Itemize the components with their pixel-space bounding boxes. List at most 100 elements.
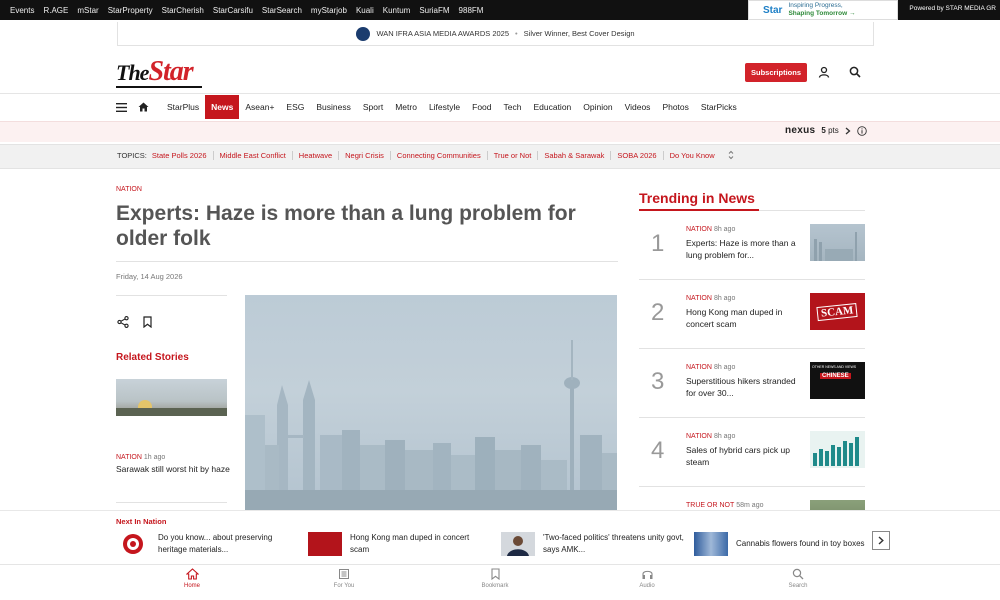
user-icon[interactable] xyxy=(818,66,830,78)
search-icon[interactable] xyxy=(849,66,861,78)
trending-time: 8h ago xyxy=(713,226,736,233)
next-item[interactable]: Hong Kong man duped in concert scam xyxy=(308,531,490,557)
nav-item-starpicks[interactable]: StarPicks xyxy=(695,95,743,119)
bookmark-icon[interactable] xyxy=(142,316,153,328)
trending-headline[interactable]: Hong Kong man duped in concert scam xyxy=(686,306,798,330)
expand-topics-icon[interactable] xyxy=(727,150,735,160)
network-link-starcherish[interactable]: StarCherish xyxy=(162,6,204,15)
trending-thumbnail-haze[interactable] xyxy=(810,224,865,261)
nav-item-photos[interactable]: Photos xyxy=(656,95,694,119)
next-item[interactable]: Do you know... about preserving heritage… xyxy=(116,531,293,557)
headline-divider xyxy=(116,261,618,262)
chevron-right-icon xyxy=(878,536,884,545)
related-story-category[interactable]: NATION xyxy=(116,454,142,461)
trending-item[interactable]: 1 NATION 8h ago Experts: Haze is more tha… xyxy=(639,212,865,280)
nav-item-asean[interactable]: Asean+ xyxy=(239,95,280,119)
trending-thumbnail-news[interactable]: OTHER NEWS AND VIEWS CHINESE xyxy=(810,362,865,399)
network-links: Events R.AGE mStar StarProperty StarCher… xyxy=(0,6,483,15)
tab-bookmark[interactable]: Bookmark xyxy=(465,568,525,589)
bookmark-icon xyxy=(490,568,500,580)
network-link-988fm[interactable]: 988FM xyxy=(459,6,484,15)
next-in-nation-title: Next In Nation xyxy=(116,517,167,526)
trending-time: 8h ago xyxy=(713,364,736,371)
network-link-mystarjob[interactable]: myStarjob xyxy=(311,6,347,15)
trending-category[interactable]: NATION xyxy=(686,226,712,233)
network-link-rage[interactable]: R.AGE xyxy=(43,6,68,15)
tab-home[interactable]: Home xyxy=(162,568,222,589)
trending-category[interactable]: NATION xyxy=(686,364,712,371)
topic-heatwave[interactable]: Heatwave xyxy=(291,150,338,160)
next-item-title: Do you know... about preserving heritage… xyxy=(158,533,273,554)
topic-do-you-know[interactable]: Do You Know xyxy=(662,150,721,160)
share-icon[interactable] xyxy=(117,316,129,328)
trending-headline[interactable]: Sales of hybrid cars pick up steam xyxy=(686,444,798,468)
trending-category[interactable]: NATION xyxy=(686,295,712,302)
award-globe-icon xyxy=(356,26,371,41)
trending-headline[interactable]: Experts: Haze is more than a lung proble… xyxy=(686,237,798,261)
related-story-meta: NATION 1h ago xyxy=(116,454,165,461)
date-divider xyxy=(116,295,227,296)
nav-item-news[interactable]: News xyxy=(205,95,240,119)
anniversary-promo[interactable]: Star Inspiring Progress, Shaping Tomorro… xyxy=(748,0,898,20)
nav-item-starplus[interactable]: StarPlus xyxy=(161,95,205,119)
related-story-title[interactable]: Sarawak still worst hit by haze xyxy=(116,464,231,475)
tab-audio[interactable]: Audio xyxy=(617,568,677,589)
nav-item-opinion[interactable]: Opinion xyxy=(577,95,618,119)
trending-item[interactable]: 2 NATION 8h ago Hong Kong man duped in co… xyxy=(639,281,865,349)
trending-thumbnail-scam[interactable]: SCAM xyxy=(810,293,865,330)
the-star-logo[interactable]: TheStar xyxy=(116,56,194,88)
award-banner[interactable]: WAN IFRA ASIA MEDIA AWARDS 2025 • Silver… xyxy=(117,22,874,46)
next-item[interactable]: Cannabis flowers found in toy boxes xyxy=(694,531,876,557)
nav-item-videos[interactable]: Videos xyxy=(619,95,657,119)
tab-for-you[interactable]: For You xyxy=(314,568,374,589)
article-category[interactable]: NATION xyxy=(116,186,142,193)
nav-item-food[interactable]: Food xyxy=(466,95,497,119)
nav-item-sport[interactable]: Sport xyxy=(357,95,389,119)
network-link-starsearch[interactable]: StarSearch xyxy=(262,6,302,15)
trending-title: Trending in News xyxy=(639,190,755,206)
info-icon[interactable] xyxy=(857,125,867,136)
nav-item-business[interactable]: Business xyxy=(310,95,357,119)
network-link-kuali[interactable]: Kuali xyxy=(356,6,374,15)
network-link-events[interactable]: Events xyxy=(10,6,34,15)
nav-divider xyxy=(0,93,1000,94)
nexus-points[interactable]: nexus 5 pts xyxy=(785,125,867,136)
trending-meta: TRUE OR NOT 58m ago xyxy=(686,502,763,509)
trending-item[interactable]: 3 NATION 8h ago Superstitious hikers stra… xyxy=(639,350,865,418)
network-link-starcarsifu[interactable]: StarCarsifu xyxy=(213,6,253,15)
newspaper-icon xyxy=(339,569,349,579)
topic-true-or-not[interactable]: True or Not xyxy=(486,150,538,160)
home-icon[interactable] xyxy=(138,102,149,112)
trending-item[interactable]: 4 NATION 8h ago Sales of hybrid cars pick… xyxy=(639,419,865,487)
network-link-kuntum[interactable]: Kuntum xyxy=(383,6,411,15)
hamburger-menu-icon[interactable] xyxy=(116,102,127,112)
nav-item-esg[interactable]: ESG xyxy=(280,95,310,119)
network-link-mstar[interactable]: mStar xyxy=(77,6,98,15)
trending-category[interactable]: TRUE OR NOT xyxy=(686,502,734,509)
nav-item-metro[interactable]: Metro xyxy=(389,95,423,119)
trending-thumbnail-chart[interactable] xyxy=(810,431,865,468)
nav-item-tech[interactable]: Tech xyxy=(498,95,528,119)
topic-negri-crisis[interactable]: Negri Crisis xyxy=(338,150,390,160)
topic-sabah-sarawak[interactable]: Sabah & Sarawak xyxy=(537,150,610,160)
tab-search[interactable]: Search xyxy=(768,568,828,589)
trending-time: 58m ago xyxy=(736,502,764,509)
next-carousel-arrow-button[interactable] xyxy=(872,531,890,550)
tab-bookmark-label: Bookmark xyxy=(481,583,509,589)
nav-item-lifestyle[interactable]: Lifestyle xyxy=(423,95,466,119)
topic-soba[interactable]: SOBA 2026 xyxy=(610,150,662,160)
next-item[interactable]: 'Two-faced politics' threatens unity gov… xyxy=(501,531,688,557)
topic-state-polls[interactable]: State Polls 2026 xyxy=(152,151,213,160)
trending-headline[interactable]: Superstitious hikers stranded for over 3… xyxy=(686,375,798,399)
trending-category[interactable]: NATION xyxy=(686,433,712,440)
related-story-image[interactable] xyxy=(116,379,227,416)
topic-middle-east[interactable]: Middle East Conflict xyxy=(212,150,292,160)
topic-connecting-communities[interactable]: Connecting Communities xyxy=(389,150,487,160)
network-link-suriafm[interactable]: SuriaFM xyxy=(419,6,449,15)
subscriptions-button[interactable]: Subscriptions xyxy=(745,63,807,82)
nav-item-education[interactable]: Education xyxy=(527,95,577,119)
network-link-starproperty[interactable]: StarProperty xyxy=(108,6,153,15)
news-thumbnail-label: OTHER NEWS AND VIEWS xyxy=(812,365,857,369)
next-thumbnail-police xyxy=(694,532,728,556)
chevron-right-icon[interactable] xyxy=(845,127,851,135)
